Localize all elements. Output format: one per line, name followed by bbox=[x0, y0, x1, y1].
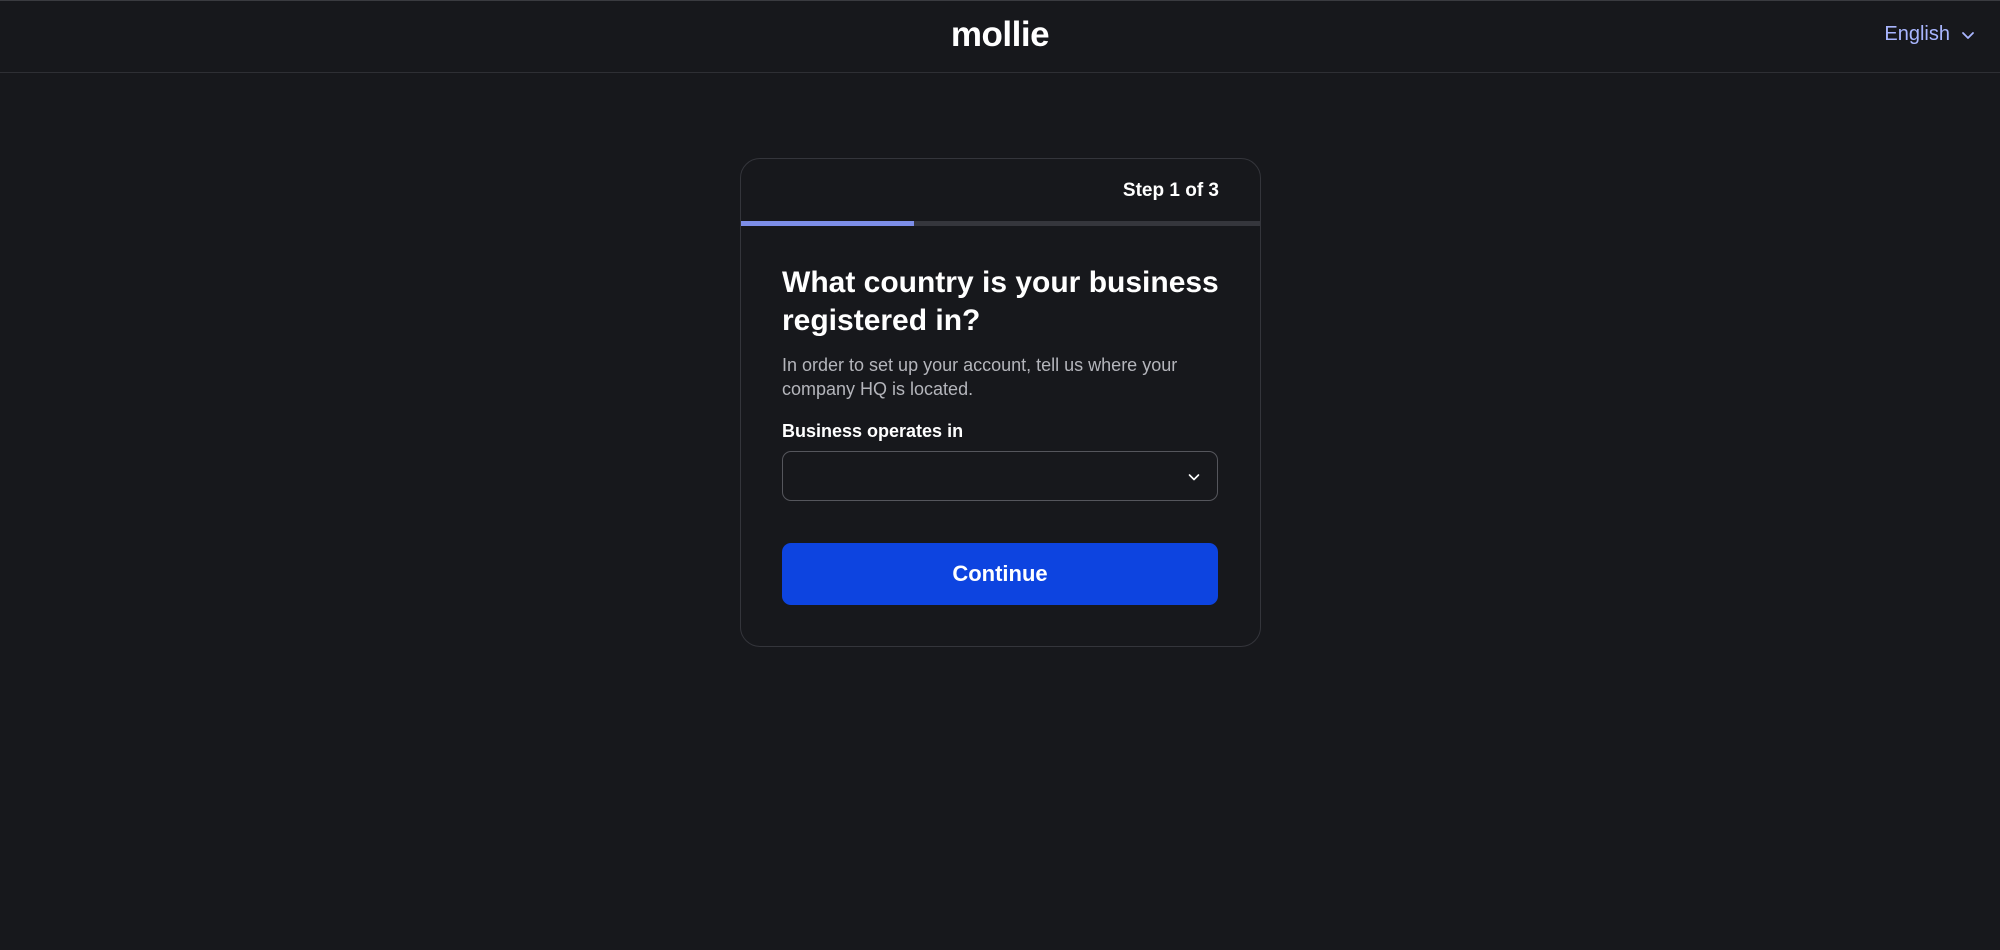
mollie-logo: mollie bbox=[950, 15, 1050, 54]
country-field-label: Business operates in bbox=[782, 421, 964, 441]
onboarding-card: Step 1 of 3 What country is your busines… bbox=[740, 158, 1261, 647]
chevron-down-icon bbox=[1960, 27, 1976, 43]
language-selector[interactable]: English bbox=[1884, 23, 1976, 46]
top-bar: mollie English bbox=[0, 1, 2000, 73]
language-label: English bbox=[1884, 23, 1950, 45]
page-subtitle: In order to set up your account, tell us… bbox=[782, 355, 1178, 399]
step-indicator: Step 1 of 3 bbox=[1122, 180, 1219, 201]
progress-bar-fill bbox=[741, 221, 914, 226]
chevron-down-icon bbox=[1187, 470, 1201, 489]
country-select[interactable] bbox=[782, 451, 1218, 501]
continue-button[interactable]: Continue bbox=[782, 543, 1218, 605]
progress-bar bbox=[741, 221, 1260, 226]
page-title: What country is your business registered… bbox=[782, 266, 1219, 337]
